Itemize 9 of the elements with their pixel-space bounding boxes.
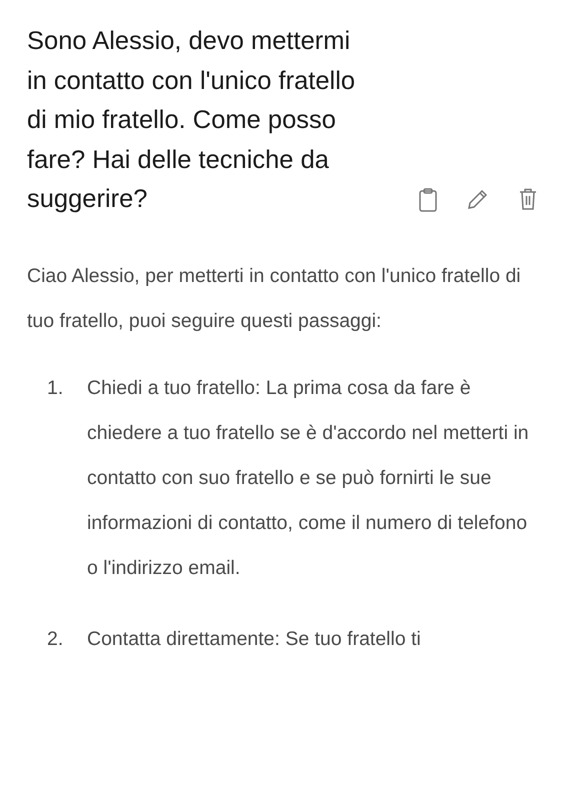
step-text: Chiedi a tuo fratello: La prima cosa da fare è chiedere a tuo fratello se è d'accordo nel metterti in contatto con suo fratello e se può fornirti le sue informazioni di contatto, come il numero di telefono o l'indirizzo email. — [87, 376, 530, 580]
clipboard-icon — [419, 188, 437, 212]
list-number: 1. — [47, 376, 64, 400]
pencil-icon — [467, 188, 489, 210]
question-text: Sono Alessio, devo mettermi in contatto con l'unico fratello di mio fratello. Come posso fare? Hai delle tecniche da suggerire? — [27, 26, 356, 215]
trash-icon — [519, 188, 537, 210]
answer-text: Ciao Alessio, per metterti in contatto con l'unico fratello di tuo fratello, puoi seguire questi passaggi: — [27, 264, 522, 334]
step-text: Contatta direttamente: Se tuo fratello ti — [87, 626, 422, 652]
list-number: 2. — [47, 626, 64, 652]
